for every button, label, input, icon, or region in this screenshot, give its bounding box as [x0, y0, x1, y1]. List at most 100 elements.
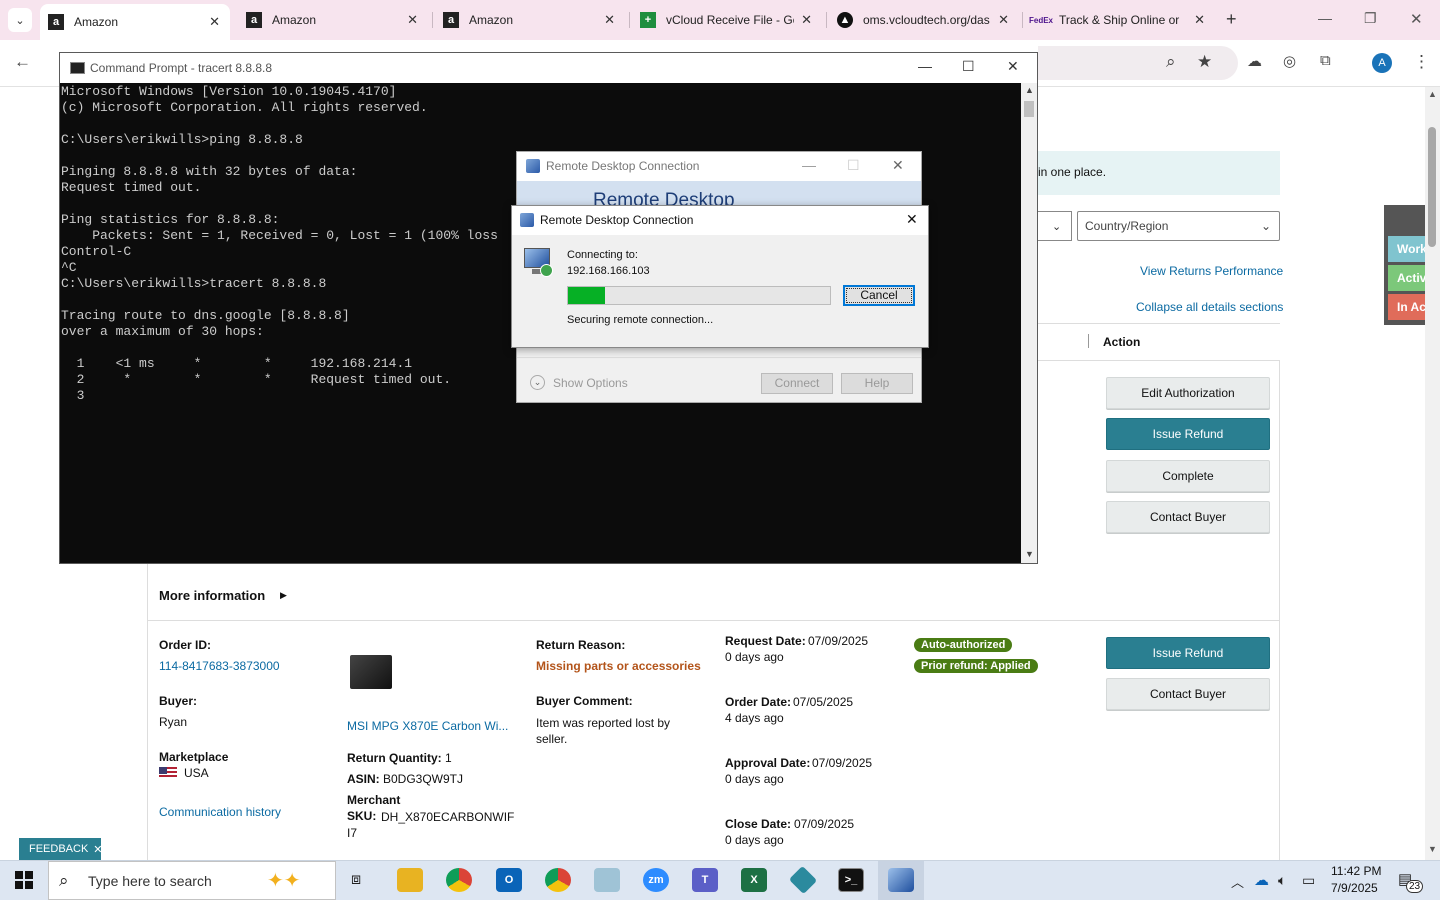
taskbar-date[interactable]: 7/9/2025	[1331, 881, 1378, 895]
close-tab-icon[interactable]: ✕	[604, 12, 615, 28]
issue-refund-button[interactable]: Issue Refund	[1106, 418, 1270, 450]
scrollbar-thumb[interactable]	[1428, 127, 1436, 247]
close-tab-icon[interactable]: ✕	[1194, 12, 1205, 28]
zoom-app-icon[interactable]: zm	[643, 868, 669, 892]
country-region-dropdown[interactable]: Country/Region ⌄	[1077, 211, 1280, 241]
close-date-label: Close Date:	[725, 817, 792, 831]
scroll-up-icon[interactable]: ▲	[1428, 89, 1437, 99]
browser-tab-amazon-3[interactable]: a Amazon ✕	[435, 6, 625, 34]
browser-menu-icon[interactable]: ⋮	[1413, 52, 1430, 72]
chrome-icon[interactable]	[446, 868, 472, 892]
close-icon[interactable]: ✕	[1007, 58, 1019, 75]
taskbar-search-box[interactable]: ⌕ Type here to search ✦✦	[48, 861, 336, 900]
onedrive-cloud-icon[interactable]: ☁	[1254, 871, 1269, 889]
browser-tab-amazon-2[interactable]: a Amazon ✕	[238, 6, 428, 34]
caret-right-icon[interactable]: ▶	[280, 590, 287, 601]
browser-tab-fedex[interactable]: FedEx Track & Ship Online or ✕	[1025, 6, 1215, 34]
request-date-label: Request Date:	[725, 634, 806, 648]
show-hidden-icons-chevron-icon[interactable]: ︿	[1231, 872, 1244, 891]
close-tab-icon[interactable]: ✕	[407, 12, 418, 28]
product-name-link[interactable]: MSI MPG X870E Carbon Wi...	[347, 719, 508, 733]
connecting-host: 192.168.166.103	[567, 265, 650, 277]
amazon-favicon-icon: a	[48, 14, 64, 30]
minimize-icon[interactable]: —	[802, 157, 816, 173]
app-generic-icon[interactable]	[594, 868, 620, 892]
browser-tab-oms[interactable]: ▲ oms.vcloudtech.org/das ✕	[829, 6, 1019, 34]
scroll-down-icon[interactable]: ▼	[1025, 549, 1034, 559]
close-tab-icon[interactable]: ✕	[209, 14, 220, 30]
network-icon[interactable]: ▭	[1302, 872, 1315, 889]
remote-desktop-taskbar-icon[interactable]	[888, 868, 914, 892]
communication-history-link[interactable]: Communication history	[159, 805, 281, 819]
close-icon[interactable]: ✕	[93, 843, 102, 856]
filter-dropdown-left[interactable]: ⌄	[1036, 211, 1072, 241]
scroll-up-icon[interactable]: ▲	[1025, 85, 1034, 95]
volume-icon[interactable]: 🔈︎	[1278, 872, 1286, 889]
rdp-footer-divider	[517, 357, 921, 358]
new-tab-plus-icon[interactable]: +	[1226, 9, 1237, 30]
tab-title: Amazon	[272, 13, 317, 27]
status-inactive[interactable]: In Activ	[1388, 294, 1425, 320]
file-explorer-icon[interactable]	[397, 868, 423, 892]
rdp-connecting-dialog[interactable]: Remote Desktop Connection ✕ Connecting t…	[511, 205, 929, 348]
order-id-link[interactable]: 114-8417683-3873000	[159, 659, 280, 673]
tab-title: Amazon	[74, 15, 119, 29]
connection-status: Securing remote connection...	[567, 314, 714, 326]
outlook-icon[interactable]: O	[496, 868, 522, 892]
help-button: Help	[841, 373, 913, 394]
feedback-button[interactable]: FEEDBACK ✕	[19, 838, 103, 860]
excel-icon[interactable]: X	[741, 868, 767, 892]
restore-window-icon[interactable]: ❐	[1364, 10, 1377, 27]
rdp-main-title-bar[interactable]: Remote Desktop Connection — ☐ ✕	[517, 152, 921, 181]
contact-buyer-button[interactable]: Contact Buyer	[1106, 501, 1270, 533]
chrome-profile-icon[interactable]	[545, 868, 571, 892]
show-options-link[interactable]: Show Options	[553, 376, 628, 390]
status-working[interactable]: Workin	[1388, 236, 1425, 262]
tab-list-button[interactable]: ⌄	[8, 8, 32, 32]
profile-avatar[interactable]: A	[1372, 53, 1392, 73]
show-options-chevron-icon[interactable]: ⌄	[530, 375, 545, 390]
close-tab-icon[interactable]: ✕	[801, 12, 812, 28]
page-scrollbar[interactable]: ▲ ▼	[1425, 87, 1440, 860]
approval-date-label: Approval Date:	[725, 756, 811, 770]
edit-authorization-button[interactable]: Edit Authorization	[1106, 377, 1270, 409]
view-returns-performance-link[interactable]: View Returns Performance	[1140, 264, 1283, 278]
scrollbar-thumb[interactable]	[1024, 101, 1034, 117]
command-prompt-taskbar-icon[interactable]: >_	[838, 868, 864, 892]
more-information-toggle[interactable]: More information	[159, 588, 265, 603]
order-contact-buyer-button[interactable]: Contact Buyer	[1106, 678, 1270, 710]
close-icon[interactable]: ✕	[906, 211, 918, 228]
extension-cloud-icon[interactable]: ☁	[1247, 52, 1262, 70]
cancel-button[interactable]: Cancel	[843, 285, 915, 306]
browser-tab-vcloud[interactable]: + vCloud Receive File - Gc ✕	[632, 6, 822, 34]
minimize-icon[interactable]: —	[918, 58, 932, 74]
complete-button[interactable]: Complete	[1106, 460, 1270, 492]
cmd-scrollbar[interactable]: ▲ ▼	[1021, 83, 1037, 563]
close-tab-icon[interactable]: ✕	[998, 12, 1009, 28]
start-windows-icon[interactable]	[15, 871, 33, 889]
taskbar-time[interactable]: 11:42 PM	[1331, 864, 1381, 878]
bookmark-star-icon[interactable]: ★	[1197, 52, 1212, 72]
task-view-icon[interactable]: ⧈	[351, 871, 361, 889]
collapse-all-link[interactable]: Collapse all details sections	[1136, 300, 1283, 314]
marketplace-label: Marketplace	[159, 750, 229, 764]
extensions-puzzle-icon[interactable]: ⧉	[1320, 52, 1331, 69]
back-arrow-icon[interactable]: ←	[14, 52, 31, 72]
minimize-window-icon[interactable]: —	[1318, 10, 1332, 26]
close-icon[interactable]: ✕	[892, 157, 904, 174]
cmd-line: C:\Users\erikwills>ping 8.8.8.8	[61, 132, 303, 147]
zoom-icon[interactable]: ⌕	[1166, 52, 1176, 72]
maximize-icon[interactable]: ☐	[962, 58, 975, 75]
product-thumbnail-image[interactable]	[350, 655, 392, 689]
close-date-ago: 0 days ago	[725, 833, 784, 847]
teams-icon[interactable]: T	[692, 868, 718, 892]
rdp-dialog-title-bar[interactable]: Remote Desktop Connection ✕	[512, 206, 928, 235]
status-active[interactable]: Active:	[1388, 265, 1425, 291]
browser-tab-amazon-1[interactable]: a Amazon ✕	[40, 4, 230, 40]
scroll-down-icon[interactable]: ▼	[1428, 844, 1437, 854]
close-window-icon[interactable]: ✕	[1410, 10, 1423, 28]
cmd-title-bar[interactable]: Command Prompt - tracert 8.8.8.8 — ☐ ✕	[60, 53, 1037, 83]
globe-icon[interactable]: ◎	[1283, 52, 1296, 70]
connect-button: Connect	[761, 373, 833, 394]
order-issue-refund-button[interactable]: Issue Refund	[1106, 637, 1270, 669]
